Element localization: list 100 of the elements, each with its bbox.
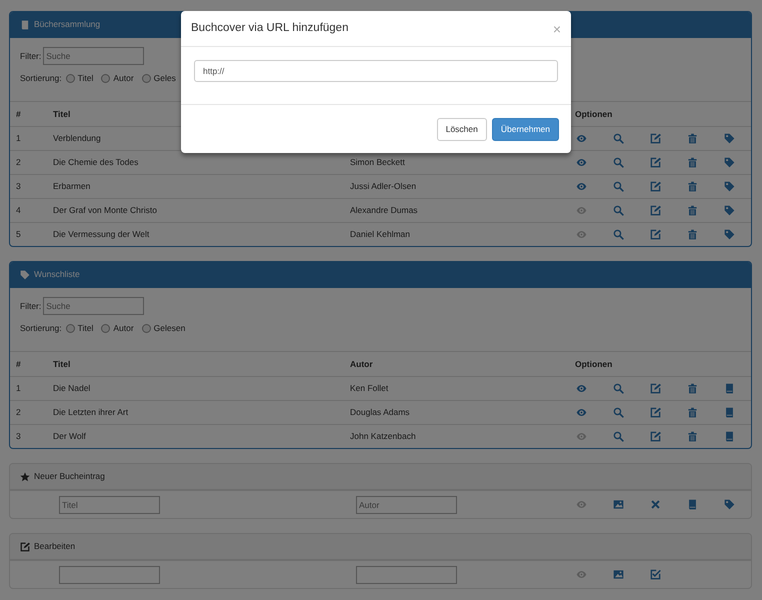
- title-field[interactable]: Titel: [59, 496, 160, 514]
- panel-title: Büchersammlung: [34, 18, 100, 31]
- row-number: 2: [15, 406, 22, 419]
- search-icon[interactable]: [613, 407, 624, 418]
- book-icon[interactable]: [724, 431, 735, 442]
- table-cell-text: Der Wolf: [52, 430, 87, 443]
- tag-icon[interactable]: [724, 181, 735, 192]
- radio-button[interactable]: [66, 324, 75, 332]
- eye-icon[interactable]: [576, 431, 587, 442]
- tag-icon[interactable]: [724, 157, 735, 168]
- search-icon[interactable]: [613, 431, 624, 442]
- eye-icon[interactable]: [576, 499, 587, 510]
- radio-button[interactable]: [101, 324, 110, 332]
- dialog-title: Buchcover via URL hinzufügen: [191, 20, 348, 36]
- tag-icon[interactable]: [20, 270, 30, 280]
- sort-label: Sortierung:: [20, 72, 62, 84]
- eye-icon[interactable]: [576, 407, 587, 418]
- column-header: Titel: [52, 108, 72, 120]
- edit-icon[interactable]: [650, 383, 661, 394]
- panel-title: Neuer Bucheintrag: [34, 470, 105, 483]
- book-icon[interactable]: [724, 407, 735, 418]
- table-cell-text: Die Letzten ihrer Art: [52, 406, 130, 419]
- title-field[interactable]: [59, 566, 160, 584]
- trash-icon[interactable]: [687, 133, 698, 144]
- eye-icon[interactable]: [576, 157, 587, 168]
- search-icon[interactable]: [613, 157, 624, 168]
- trash-icon[interactable]: [687, 383, 698, 394]
- table-cell-text: Die Vermessung der Welt: [52, 228, 150, 241]
- tag-icon[interactable]: [724, 133, 735, 144]
- checkbox-icon[interactable]: [650, 569, 661, 580]
- tag-icon[interactable]: [724, 205, 735, 216]
- table-cell-text: Verblendung: [52, 132, 102, 145]
- trash-icon[interactable]: [687, 431, 698, 442]
- trash-icon[interactable]: [687, 229, 698, 240]
- column-header: #: [15, 358, 22, 370]
- tag-icon[interactable]: [724, 229, 735, 240]
- trash-icon[interactable]: [687, 407, 698, 418]
- table-cell-text: Jussi Adler-Olsen: [349, 180, 418, 193]
- edit-icon[interactable]: [650, 157, 661, 168]
- eye-icon[interactable]: [576, 133, 587, 144]
- table-cell-text: Daniel Kehlman: [349, 228, 412, 241]
- book-icon[interactable]: [20, 20, 30, 30]
- edit-icon[interactable]: [650, 431, 661, 442]
- panel-title: Wunschliste: [34, 268, 80, 281]
- tag-icon[interactable]: [724, 499, 735, 510]
- book-icon[interactable]: [687, 499, 698, 510]
- image-icon[interactable]: [613, 569, 624, 580]
- star-icon: [20, 472, 30, 482]
- radio-label: Autor: [113, 322, 134, 334]
- author-field[interactable]: [356, 566, 457, 584]
- trash-icon[interactable]: [687, 205, 698, 216]
- column-header: Autor: [349, 358, 374, 370]
- column-header: Titel: [52, 358, 72, 370]
- edit-icon[interactable]: [650, 407, 661, 418]
- row-number: 3: [15, 180, 22, 193]
- book-icon[interactable]: [724, 383, 735, 394]
- eye-icon[interactable]: [576, 205, 587, 216]
- eye-icon[interactable]: [576, 181, 587, 192]
- panel-title: Bearbeiten: [34, 540, 76, 553]
- trash-icon[interactable]: [687, 157, 698, 168]
- row-number: 2: [15, 156, 22, 169]
- table-cell-text: Die Chemie des Todes: [52, 156, 140, 169]
- radio-button[interactable]: [142, 74, 151, 82]
- edit-icon[interactable]: [20, 542, 30, 552]
- image-icon[interactable]: [613, 499, 624, 510]
- author-field[interactable]: Autor: [356, 496, 457, 514]
- table-cell-text: Douglas Adams: [349, 406, 411, 419]
- edit-icon[interactable]: [650, 229, 661, 240]
- clear-button[interactable]: Löschen: [436, 118, 487, 141]
- eye-icon[interactable]: [576, 569, 587, 580]
- radio-label: Geles: [154, 72, 176, 84]
- trash-icon[interactable]: [687, 181, 698, 192]
- filter-field[interactable]: Suche: [43, 47, 144, 65]
- radio-button[interactable]: [66, 74, 75, 82]
- edit-icon[interactable]: [650, 181, 661, 192]
- edit-icon[interactable]: [650, 133, 661, 144]
- table-cell-text: Die Nadel: [52, 382, 92, 395]
- eye-icon[interactable]: [576, 229, 587, 240]
- apply-button[interactable]: Übernehmen: [492, 118, 559, 141]
- eye-icon[interactable]: [576, 383, 587, 394]
- radio-button[interactable]: [142, 324, 151, 332]
- edit-icon[interactable]: [650, 205, 661, 216]
- radio-label: Gelesen: [154, 322, 186, 334]
- radio-button[interactable]: [101, 74, 110, 82]
- filter-field[interactable]: Suche: [43, 297, 144, 315]
- row-number: 1: [15, 382, 22, 395]
- close-icon[interactable]: [650, 499, 661, 510]
- url-field[interactable]: http://: [194, 60, 558, 82]
- table-cell-text: Simon Beckett: [349, 156, 406, 169]
- filter-label: Filter:: [20, 300, 42, 312]
- search-icon[interactable]: [613, 133, 624, 144]
- search-icon[interactable]: [613, 181, 624, 192]
- radio-label: Autor: [113, 72, 134, 84]
- search-icon[interactable]: [613, 229, 624, 240]
- search-icon[interactable]: [613, 383, 624, 394]
- row-number: 3: [15, 430, 22, 443]
- search-icon[interactable]: [613, 205, 624, 216]
- row-number: 4: [15, 204, 22, 217]
- radio-label: Titel: [78, 72, 94, 84]
- table-cell-text: Erbarmen: [52, 180, 92, 193]
